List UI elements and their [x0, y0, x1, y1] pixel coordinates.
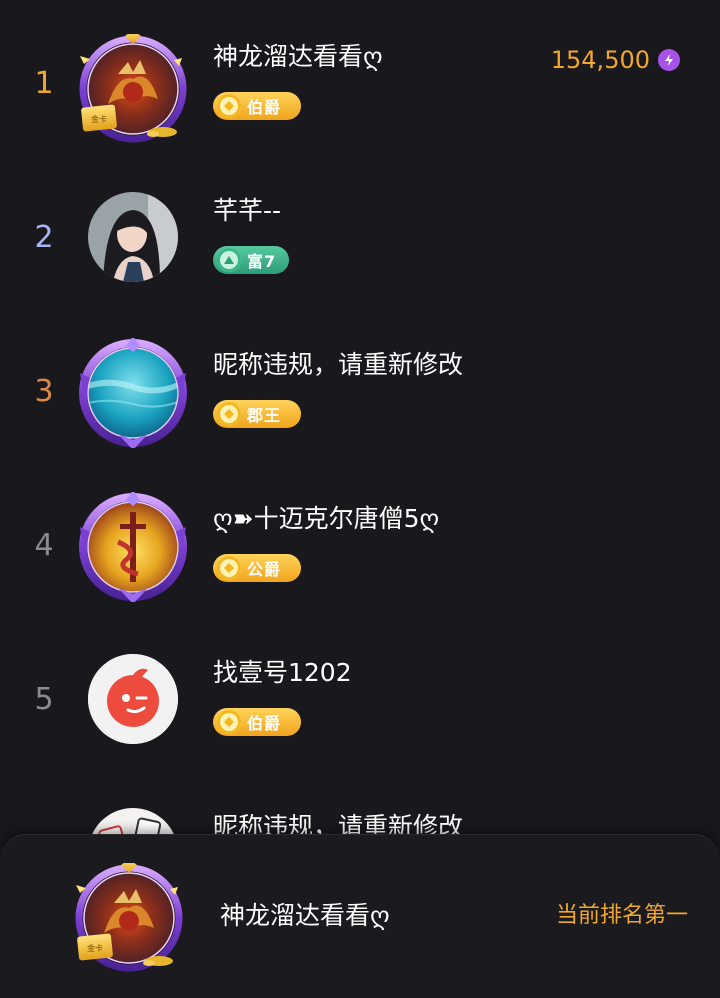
avatar-frame-icon: [79, 338, 187, 448]
rank-badge: 公爵: [213, 554, 301, 582]
ranking-row-4[interactable]: 4 ღ➽十迈克尔唐僧5ღ 公爵: [0, 468, 720, 622]
user-name[interactable]: ღ➽十迈克尔唐僧5ღ: [213, 502, 439, 536]
rank-number: 3: [34, 374, 54, 409]
avatar[interactable]: [78, 182, 188, 292]
rank-number: 2: [34, 220, 54, 255]
badge-label: 伯爵: [247, 714, 282, 733]
coin-icon: [217, 94, 241, 118]
badge-label: 公爵: [247, 560, 282, 579]
badge-label: 伯爵: [247, 98, 282, 117]
ranking-row-1[interactable]: 1 金卡 神龙溜达看看ღ 伯爵 154,500: [0, 6, 720, 160]
wealth-icon: [217, 248, 241, 272]
avatar-frame-icon: 金卡: [75, 863, 183, 972]
current-user-panel: 金卡 神龙溜达看看ღ 当前排名第一: [0, 834, 720, 998]
coin-icon: [217, 710, 241, 734]
score-display: 154,500: [551, 46, 680, 74]
current-rank-status: 当前排名第一: [555, 903, 688, 928]
rank-number: 4: [34, 528, 54, 563]
svg-text:金卡: 金卡: [91, 114, 107, 124]
lightning-coin-icon: [658, 49, 680, 71]
avatar[interactable]: [78, 644, 188, 754]
ranking-row-3[interactable]: 3 昵称违规，请重新修改 郡王: [0, 314, 720, 468]
avatar[interactable]: [78, 492, 188, 602]
user-name[interactable]: 神龙溜达看看ღ: [213, 40, 383, 74]
badge-label: 郡王: [247, 406, 282, 425]
avatar-frame-icon: [79, 492, 187, 602]
user-name[interactable]: 找壹号1202: [213, 656, 352, 690]
current-user-avatar[interactable]: 金卡: [74, 863, 184, 973]
rank-badge: 郡王: [213, 400, 301, 428]
ranking-row-5[interactable]: 5 找壹号1202 伯爵: [0, 622, 720, 776]
rank-badge: 伯爵: [213, 708, 301, 736]
coin-icon: [217, 402, 241, 426]
rank-number: 5: [34, 682, 54, 717]
girl-photo-avatar-image: [88, 192, 178, 282]
badge-label: 富7: [247, 252, 277, 271]
rank-number: 1: [34, 66, 54, 101]
wink-face-avatar-image: [88, 654, 178, 744]
coin-icon: [217, 556, 241, 580]
rank-badge: 伯爵: [213, 92, 301, 120]
score-value: 154,500: [550, 46, 650, 74]
user-name[interactable]: 芊芊--: [213, 194, 281, 228]
avatar-frame-icon: 金卡: [79, 34, 187, 143]
user-name[interactable]: 昵称违规，请重新修改: [213, 348, 463, 382]
avatar[interactable]: [78, 338, 188, 448]
svg-text:金卡: 金卡: [87, 943, 103, 953]
ranking-row-2[interactable]: 2 芊芊-- 富7: [0, 160, 720, 314]
rank-badge: 富7: [213, 246, 289, 274]
current-user-name: 神龙溜达看看ღ: [220, 901, 390, 930]
avatar[interactable]: 金卡: [78, 34, 188, 144]
